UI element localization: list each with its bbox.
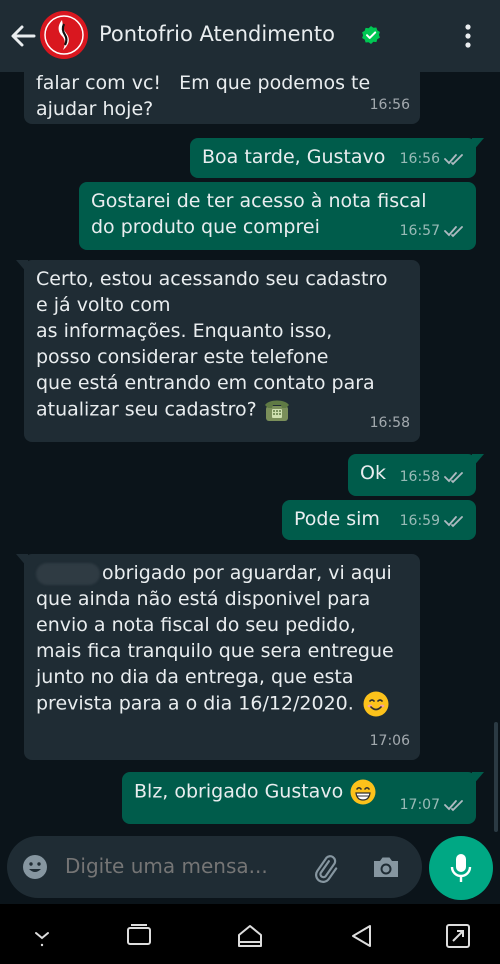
chat-header: Pontofrio Atendimento <box>0 0 500 72</box>
double-check-icon <box>444 154 463 166</box>
message-incoming[interactable]: falar com vc! Em que podemos te ajudar h… <box>24 72 420 124</box>
message-outgoing[interactable]: Ok 16:58 <box>348 454 484 496</box>
microphone-icon <box>450 854 472 882</box>
telephone-emoji <box>264 400 289 421</box>
double-check-icon <box>444 516 463 528</box>
bubble-tail-icon <box>472 772 484 786</box>
message-composer <box>7 836 422 898</box>
message-outgoing[interactable]: Boa tarde, Gustavo 16:56 <box>190 138 484 178</box>
message-text: Certo, estou acessando seu cadastro e já… <box>36 266 409 424</box>
emoji-icon[interactable] <box>21 853 49 881</box>
message-text: obrigado por aguardar, vi aqui que ainda… <box>36 560 409 718</box>
message-body: que ainda não está disponivel para envio… <box>36 588 394 715</box>
bubble-tail-icon <box>16 260 28 274</box>
pontofrio-logo-icon <box>40 11 88 59</box>
message-meta: 16:59 <box>400 508 466 534</box>
message-body-first-line: obrigado por aguardar, vi aqui <box>102 562 392 584</box>
message-meta: 17:07 <box>400 792 466 818</box>
message-time: 16:56 <box>369 97 410 113</box>
message-meta: 16:58 <box>400 464 466 490</box>
bubble-tail-icon <box>472 138 484 152</box>
message-incoming[interactable]: obrigado por aguardar, vi aqui que ainda… <box>16 554 420 760</box>
message-time: 17:07 <box>399 797 440 813</box>
message-outgoing[interactable]: Gostarei de ter acesso à nota fiscal do … <box>79 182 476 250</box>
message-meta: 17:06 <box>370 728 410 754</box>
double-check-icon <box>444 226 463 238</box>
chevron-down-icon[interactable] <box>28 922 56 950</box>
smiling-face-emoji <box>363 691 389 717</box>
microphone-button[interactable] <box>429 836 493 900</box>
home-icon[interactable] <box>236 922 264 950</box>
bubble-tail-icon <box>472 454 484 468</box>
kebab-menu-icon[interactable] <box>460 22 476 50</box>
message-meta: 16:58 <box>370 410 410 436</box>
double-check-icon <box>444 472 463 484</box>
scrollbar[interactable] <box>494 722 498 832</box>
expand-icon[interactable] <box>444 922 472 950</box>
message-time: 17:06 <box>369 733 410 749</box>
message-input[interactable] <box>65 854 295 878</box>
verified-check-icon <box>362 26 380 44</box>
recent-apps-icon[interactable] <box>125 922 153 950</box>
message-time: 16:57 <box>399 223 440 239</box>
message-time: 16:59 <box>399 513 440 529</box>
message-meta: 16:57 <box>400 218 466 244</box>
paperclip-icon[interactable] <box>310 853 340 883</box>
message-incoming[interactable]: Certo, estou acessando seu cadastro e já… <box>16 260 420 442</box>
message-time: 16:58 <box>399 469 440 485</box>
message-text: falar com vc! Em que podemos te ajudar h… <box>36 72 371 120</box>
bubble-tail-icon <box>16 554 28 568</box>
double-check-icon <box>444 800 463 812</box>
camera-icon[interactable] <box>371 853 401 881</box>
avatar[interactable] <box>40 11 88 59</box>
message-meta: 16:56 <box>400 146 466 172</box>
arrow-left-icon[interactable] <box>8 22 38 50</box>
grinning-face-emoji <box>350 779 376 805</box>
contact-name[interactable]: Pontofrio Atendimento <box>99 22 335 46</box>
message-outgoing[interactable]: Blz, obrigado Gustavo 17:07 <box>122 772 484 824</box>
message-meta: 16:56 <box>370 92 410 118</box>
message-body: Blz, obrigado Gustavo <box>134 780 344 803</box>
message-outgoing[interactable]: Pode sim 16:59 <box>282 500 476 540</box>
back-triangle-icon[interactable] <box>348 922 376 950</box>
redacted-name <box>36 562 100 585</box>
message-time: 16:58 <box>369 415 410 431</box>
system-navigation-bar <box>0 904 500 964</box>
message-time: 16:56 <box>399 151 440 167</box>
message-body: Certo, estou acessando seu cadastro e já… <box>36 268 388 421</box>
message-list[interactable]: falar com vc! Em que podemos te ajudar h… <box>0 72 500 834</box>
